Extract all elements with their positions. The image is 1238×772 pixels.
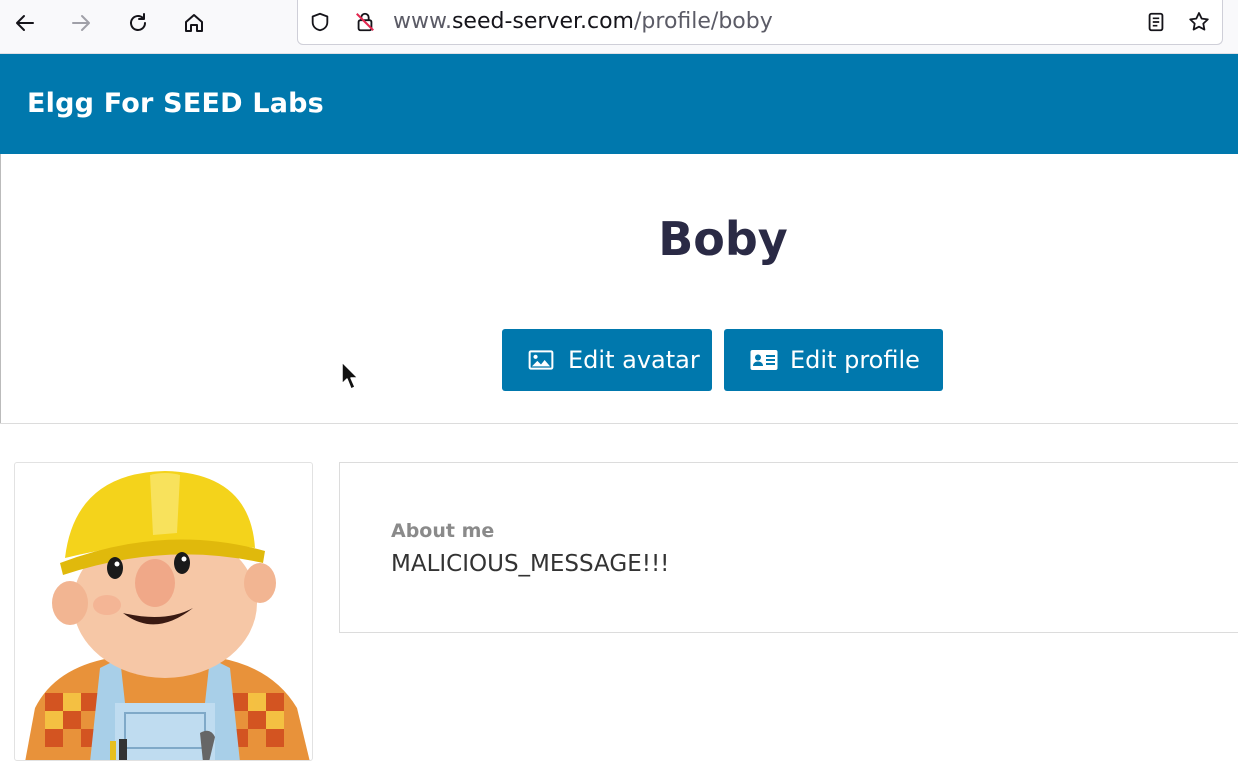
about-me-value: MALICIOUS_MESSAGE!!!	[391, 551, 670, 577]
site-header: Elgg For SEED Labs	[0, 54, 1238, 154]
reload-icon	[130, 13, 146, 31]
back-button[interactable]	[6, 4, 44, 42]
edit-profile-label: Edit profile	[790, 346, 920, 374]
reload-button[interactable]	[119, 4, 157, 42]
edit-avatar-button[interactable]: Edit avatar	[502, 329, 712, 391]
page-edge	[0, 154, 1, 424]
mouse-cursor-icon	[341, 361, 359, 390]
about-me-label: About me	[391, 520, 495, 542]
edit-profile-button[interactable]: Edit profile	[724, 329, 943, 391]
site-title[interactable]: Elgg For SEED Labs	[27, 88, 324, 119]
home-icon	[185, 14, 203, 32]
profile-name: Boby	[658, 212, 788, 266]
reader-view-icon[interactable]	[1144, 10, 1168, 34]
arrow-left-icon	[16, 15, 34, 31]
profile-avatar[interactable]	[14, 462, 313, 761]
id-card-icon	[750, 349, 778, 371]
forward-button[interactable]	[62, 4, 100, 42]
address-bar[interactable]: www.seed-server.com/profile/boby	[297, 0, 1223, 45]
url-path: /profile/boby	[634, 9, 773, 34]
insecure-lock-icon[interactable]	[353, 10, 377, 34]
url-prefix: www.	[393, 9, 452, 34]
edit-avatar-label: Edit avatar	[568, 346, 700, 374]
bob-the-builder-avatar	[25, 471, 310, 760]
home-button[interactable]	[175, 4, 213, 42]
image-icon	[528, 349, 556, 371]
shield-icon[interactable]	[308, 10, 332, 34]
about-me-card: About me MALICIOUS_MESSAGE!!!	[339, 462, 1238, 633]
arrow-right-icon	[72, 15, 90, 31]
url-host: seed-server.com	[451, 9, 634, 34]
bookmark-star-icon[interactable]	[1187, 10, 1211, 34]
section-divider	[0, 423, 1238, 424]
browser-toolbar: www.seed-server.com/profile/boby	[0, 0, 1238, 54]
url-text[interactable]: www.seed-server.com/profile/boby	[393, 9, 773, 34]
